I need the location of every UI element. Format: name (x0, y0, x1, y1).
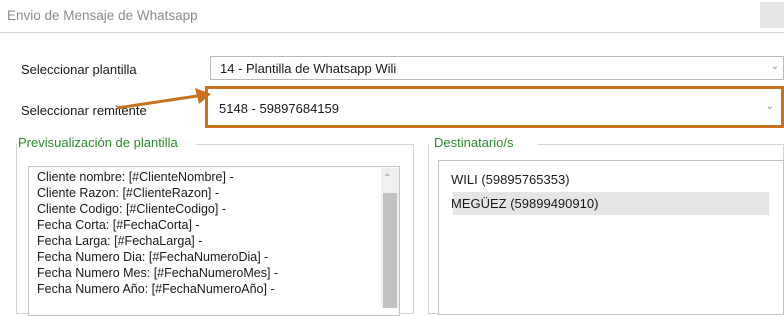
preview-group-divider (196, 144, 414, 145)
preview-line: Cliente nombre: [#ClienteNombre] - (37, 170, 234, 184)
preview-line: Fecha Numero Mes: [#FechaNumeroMes] - (37, 266, 279, 280)
chevron-down-icon[interactable]: ⌄ (771, 61, 779, 72)
recipients-group-divider (538, 144, 784, 145)
preview-line: Fecha Corta: [#FechaCorta] - (37, 218, 200, 232)
recipient-item[interactable]: WILI (59895765353) (451, 172, 570, 187)
title-bar: Envio de Mensaje de Whatsapp (0, 0, 784, 33)
window-control-button[interactable] (760, 2, 784, 28)
template-select[interactable]: 14 - Plantilla de Whatsapp Wili ⌄ (210, 56, 784, 80)
preview-line: Fecha Numero Año: [#FechaNumeroAño] - (37, 282, 275, 296)
preview-line: Fecha Numero Dia: [#FechaNumeroDia] - (37, 250, 269, 264)
preview-scroll-thumb[interactable] (383, 193, 397, 308)
template-label: Seleccionar plantilla (21, 62, 137, 77)
window-title: Envio de Mensaje de Whatsapp (7, 8, 198, 23)
preview-textbox[interactable]: Cliente nombre: [#ClienteNombre] - Clien… (28, 166, 400, 316)
preview-line: Cliente Codigo: [#ClienteCodigo] - (37, 202, 226, 216)
arrow-annotation (116, 88, 211, 110)
preview-line: Fecha Larga: [#FechaLarga] - (37, 234, 203, 248)
sender-highlight-box (205, 86, 784, 128)
preview-line: Cliente Razon: [#ClienteRazon] - (37, 186, 220, 200)
whatsapp-send-window: Envio de Mensaje de Whatsapp Seleccionar… (0, 0, 784, 316)
scroll-up-icon[interactable]: ⌃ (383, 173, 391, 184)
recipients-list[interactable]: WILI (59895765353) MEGÜEZ (59899490910) (438, 160, 784, 315)
template-select-value: 14 - Plantilla de Whatsapp Wili (220, 61, 397, 76)
recipient-item[interactable]: MEGÜEZ (59899490910) (451, 196, 598, 211)
